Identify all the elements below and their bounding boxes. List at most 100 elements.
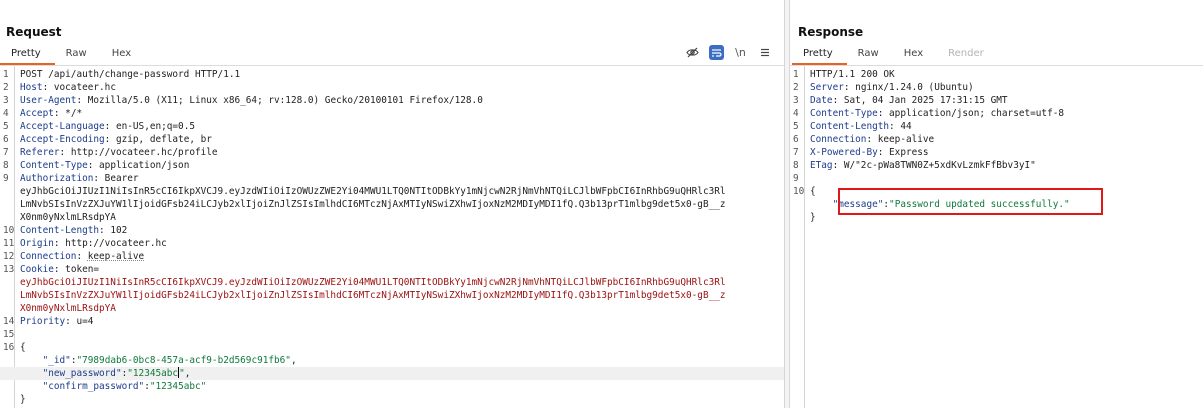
header-name: Origin — [20, 238, 54, 249]
json-comma: , — [290, 355, 297, 366]
header-value: */* — [65, 108, 83, 119]
request-line: 14 Priority: u=4 — [0, 315, 784, 328]
code-text: { — [810, 186, 816, 197]
line-number: 12 — [3, 251, 15, 262]
header-name: Connection — [810, 134, 867, 145]
wrap-lines-icon[interactable] — [709, 45, 724, 60]
line-number: 13 — [3, 264, 15, 275]
header-value: http://vocateer.hc/profile — [70, 147, 218, 158]
newline-toggle-button[interactable]: \n — [733, 45, 748, 60]
line-number: 11 — [3, 238, 15, 249]
request-line: 2 Host: vocateer.hc — [0, 81, 784, 94]
line-number: 2 — [793, 82, 799, 93]
code-text: } — [810, 212, 816, 223]
header-value: application/json; charset=utf-8 — [889, 108, 1065, 119]
line-number: 2 — [3, 82, 9, 93]
header-name: Cookie — [20, 264, 54, 275]
header-name: Content-Length — [810, 121, 890, 132]
line-content: Authorization: Bearer — [20, 172, 139, 185]
code-text: X0nm0yNxlmLRsdpYA — [20, 212, 116, 223]
header-name: Accept-Encoding — [20, 134, 105, 145]
line-content: POST /api/auth/change-password HTTP/1.1 — [20, 68, 240, 81]
line-number: 3 — [793, 95, 799, 106]
line-content: Server: nginx/1.24.0 (Ubuntu) — [810, 81, 974, 94]
line-content: HTTP/1.1 200 OK — [810, 68, 895, 81]
line-number: 4 — [3, 108, 9, 119]
line-content: Origin: http://vocateer.hc — [20, 237, 167, 250]
line-content: LmNvbSIsInVzZXJuYW1lIjoidGFsb24iLCJyb2xl… — [20, 198, 726, 211]
line-content: Cookie: token= — [20, 263, 99, 276]
line-content: X-Powered-By: Express — [810, 146, 929, 159]
response-line: 5 Content-Length: 44 — [790, 120, 1203, 133]
line-number: 14 — [3, 316, 15, 327]
header-colon: : — [53, 238, 66, 249]
response-line: 8 ETag: W/"2c-pWa8TWN0Z+5xdKvLzmkFfBbv3yI… — [790, 159, 1203, 172]
header-value: application/json — [99, 160, 190, 171]
line-content: X0nm0yNxlmLRsdpYA — [20, 211, 116, 224]
header-colon: : — [76, 95, 88, 106]
response-tab-raw[interactable]: Raw — [847, 47, 893, 65]
request-tab-hex[interactable]: Hex — [101, 47, 145, 65]
request-line: 13 Cookie: token= — [0, 263, 784, 276]
response-line: 9 — [790, 172, 1203, 185]
json-string: "7989dab6-0bc8-457a-acf9-b2d569c91fb6" — [76, 355, 291, 366]
header-colon: : — [87, 160, 100, 171]
request-line: X0nm0yNxlmLRsdpYA — [0, 302, 784, 315]
header-colon: : — [53, 108, 66, 119]
line-content: "confirm_password":"12345abc" — [20, 380, 207, 393]
header-name: Content-Length — [20, 225, 100, 236]
request-line: 4 Accept: */* — [0, 107, 784, 120]
response-editor[interactable]: 1 HTTP/1.1 200 OK 2 Server: nginx/1.24.0 (U… — [790, 66, 1203, 408]
response-line: 4 Content-Type: application/json; charset… — [790, 107, 1203, 120]
line-number: 9 — [3, 173, 9, 184]
response-pane: Response Pretty Raw Hex Render 1 HTTP/1.1… — [790, 0, 1203, 408]
header-colon: : — [877, 147, 890, 158]
line-content: } — [810, 211, 816, 224]
header-value: Express — [889, 147, 929, 158]
code-text: HTTP/1.1 200 OK — [810, 69, 895, 80]
line-number: 8 — [3, 160, 9, 171]
header-name: Server — [810, 82, 844, 93]
request-tab-pretty[interactable]: Pretty — [0, 47, 55, 65]
response-tab-hex[interactable]: Hex — [893, 47, 937, 65]
json-key: "_id" — [42, 355, 71, 366]
request-title: Request — [6, 25, 62, 39]
header-colon: : — [104, 134, 116, 145]
header-name: Content-Type — [20, 160, 88, 171]
response-tab-render: Render — [948, 48, 984, 59]
header-name: Priority — [20, 316, 66, 327]
response-line: 1 HTTP/1.1 200 OK — [790, 68, 1203, 81]
request-line: 3 User-Agent: Mozilla/5.0 (X11; Linux x86… — [0, 94, 784, 107]
request-tab-raw[interactable]: Raw — [55, 47, 101, 65]
line-content: Referer: http://vocateer.hc/profile — [20, 146, 218, 159]
header-value: 102 — [110, 225, 128, 236]
line-content: Priority: u=4 — [20, 315, 93, 328]
line-content: Content-Length: 44 — [810, 120, 912, 133]
header-colon: : — [877, 108, 890, 119]
header-name: Accept-Language — [20, 121, 105, 132]
response-tab-pretty[interactable]: Pretty — [792, 47, 847, 65]
eye-slash-icon[interactable] — [685, 45, 700, 60]
request-line: 8 Content-Type: application/json — [0, 159, 784, 172]
header-name: X-Powered-By — [810, 147, 878, 158]
header-colon: : — [93, 173, 105, 184]
header-name: Date — [810, 95, 833, 106]
header-value: keep-alive — [87, 251, 145, 262]
header-name: Referer — [20, 147, 60, 158]
code-text: eyJhbGciOiJIUzI1NiIsInR5cCI6IkpXVCJ9.eyJ… — [20, 186, 726, 197]
header-value: token= — [65, 264, 100, 275]
header-name: Accept — [20, 108, 54, 119]
code-text: { — [20, 342, 26, 353]
highlight-box — [838, 188, 1103, 215]
request-editor[interactable]: 1 POST /api/auth/change-password HTTP/1.1… — [0, 66, 784, 408]
request-line: 6 Accept-Encoding: gzip, deflate, br — [0, 133, 784, 146]
header-value: 44 — [900, 121, 912, 132]
header-colon: : — [59, 147, 71, 158]
line-content: Accept-Language: en-US,en;q=0.5 — [20, 120, 195, 133]
request-line: 11 Origin: http://vocateer.hc — [0, 237, 784, 250]
json-key: "new_password" — [42, 368, 122, 379]
hamburger-menu-icon[interactable] — [757, 45, 772, 60]
header-colon: : — [866, 134, 878, 145]
request-line: "new_password":"12345abc", — [0, 367, 784, 380]
